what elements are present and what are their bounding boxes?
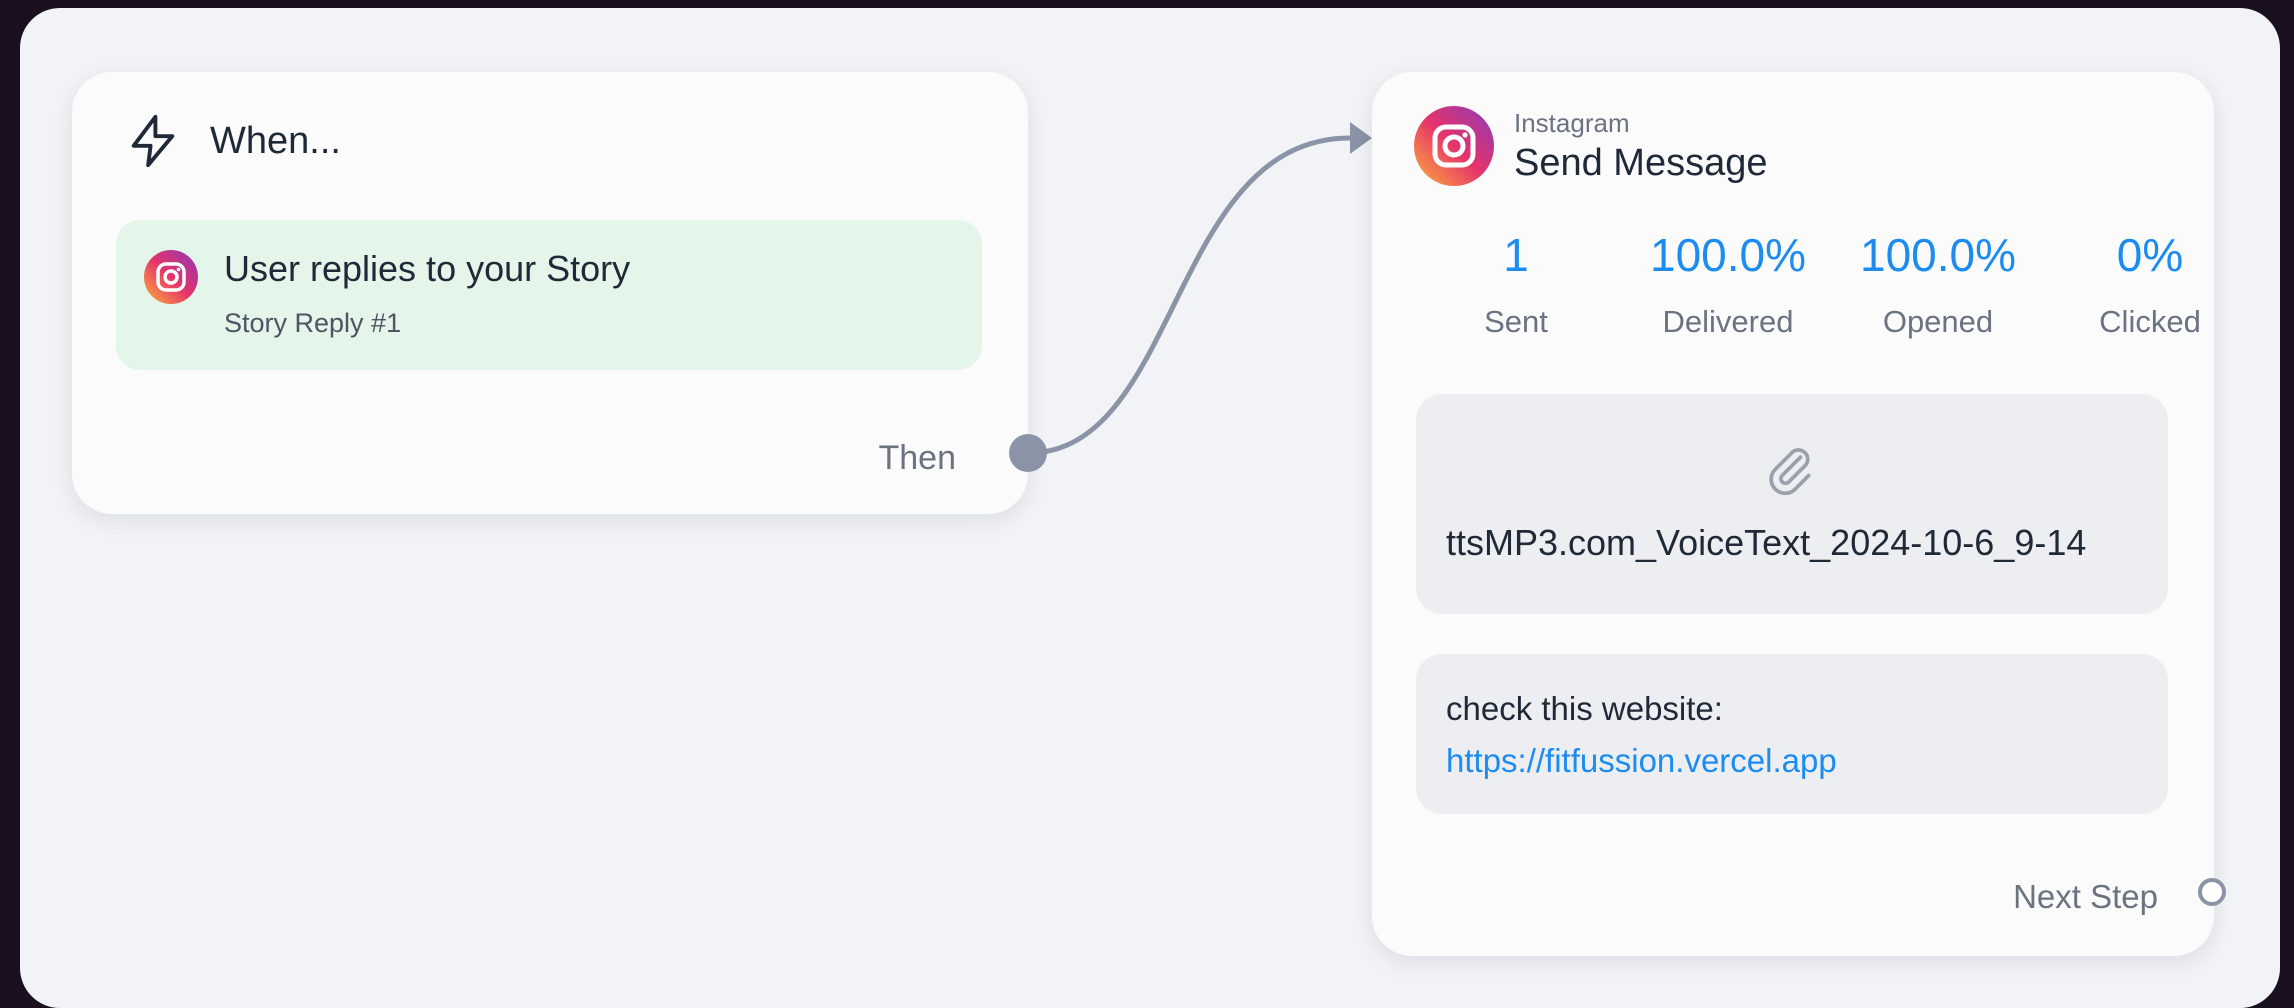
- then-label: Then: [878, 439, 957, 477]
- stat-delivered: 100.0% Delivered: [1618, 232, 1838, 340]
- instagram-icon: [1414, 106, 1494, 186]
- trigger-card[interactable]: When... User replies to your Story Story…: [72, 72, 1028, 514]
- action-platform: Instagram: [1514, 108, 1630, 138]
- trigger-header: When...: [124, 112, 341, 170]
- stat-label: Delivered: [1662, 304, 1794, 339]
- trigger-item-title: User replies to your Story: [224, 248, 631, 289]
- next-step-label: Next Step: [2013, 878, 2158, 915]
- stat-value: 1: [1503, 229, 1529, 281]
- stat-label: Opened: [1882, 304, 1994, 339]
- action-title: Send Message: [1514, 142, 1768, 184]
- send-message-card[interactable]: Instagram Send Message 1 Sent 100.0% Del…: [1372, 72, 2214, 956]
- message-stats: 1 Sent 100.0% Delivered 100.0% Opened 0%…: [1372, 232, 2214, 352]
- then-connector-handle[interactable]: [1009, 434, 1047, 472]
- next-step-handle[interactable]: [2198, 878, 2226, 906]
- bolt-icon: [131, 114, 175, 168]
- stat-opened: 100.0% Opened: [1828, 232, 2048, 340]
- message-link[interactable]: https://fitfussion.vercel.app: [1446, 742, 1837, 780]
- attachment-block[interactable]: ttsMP3.com_VoiceText_2024-10-6_9-14: [1416, 394, 2168, 614]
- instagram-icon: [144, 250, 198, 304]
- stat-sent: 1 Sent: [1406, 232, 1626, 340]
- stat-label: Sent: [1484, 304, 1548, 339]
- attachment-file-name: ttsMP3.com_VoiceText_2024-10-6_9-14: [1446, 522, 2087, 563]
- stat-value: 100.0%: [1859, 229, 2016, 281]
- trigger-item[interactable]: User replies to your Story Story Reply #…: [116, 220, 982, 370]
- paperclip-icon: [1769, 448, 1811, 496]
- stat-clicked: 0% Clicked: [2040, 232, 2260, 340]
- message-block[interactable]: check this website: https://fitfussion.v…: [1416, 654, 2168, 814]
- trigger-heading: When...: [210, 119, 341, 162]
- message-text: check this website:: [1446, 690, 1723, 727]
- stat-label: Clicked: [2099, 304, 2201, 339]
- trigger-item-subtitle: Story Reply #1: [224, 308, 402, 338]
- stat-value: 100.0%: [1649, 229, 1806, 281]
- stat-value: 0%: [2116, 229, 2184, 281]
